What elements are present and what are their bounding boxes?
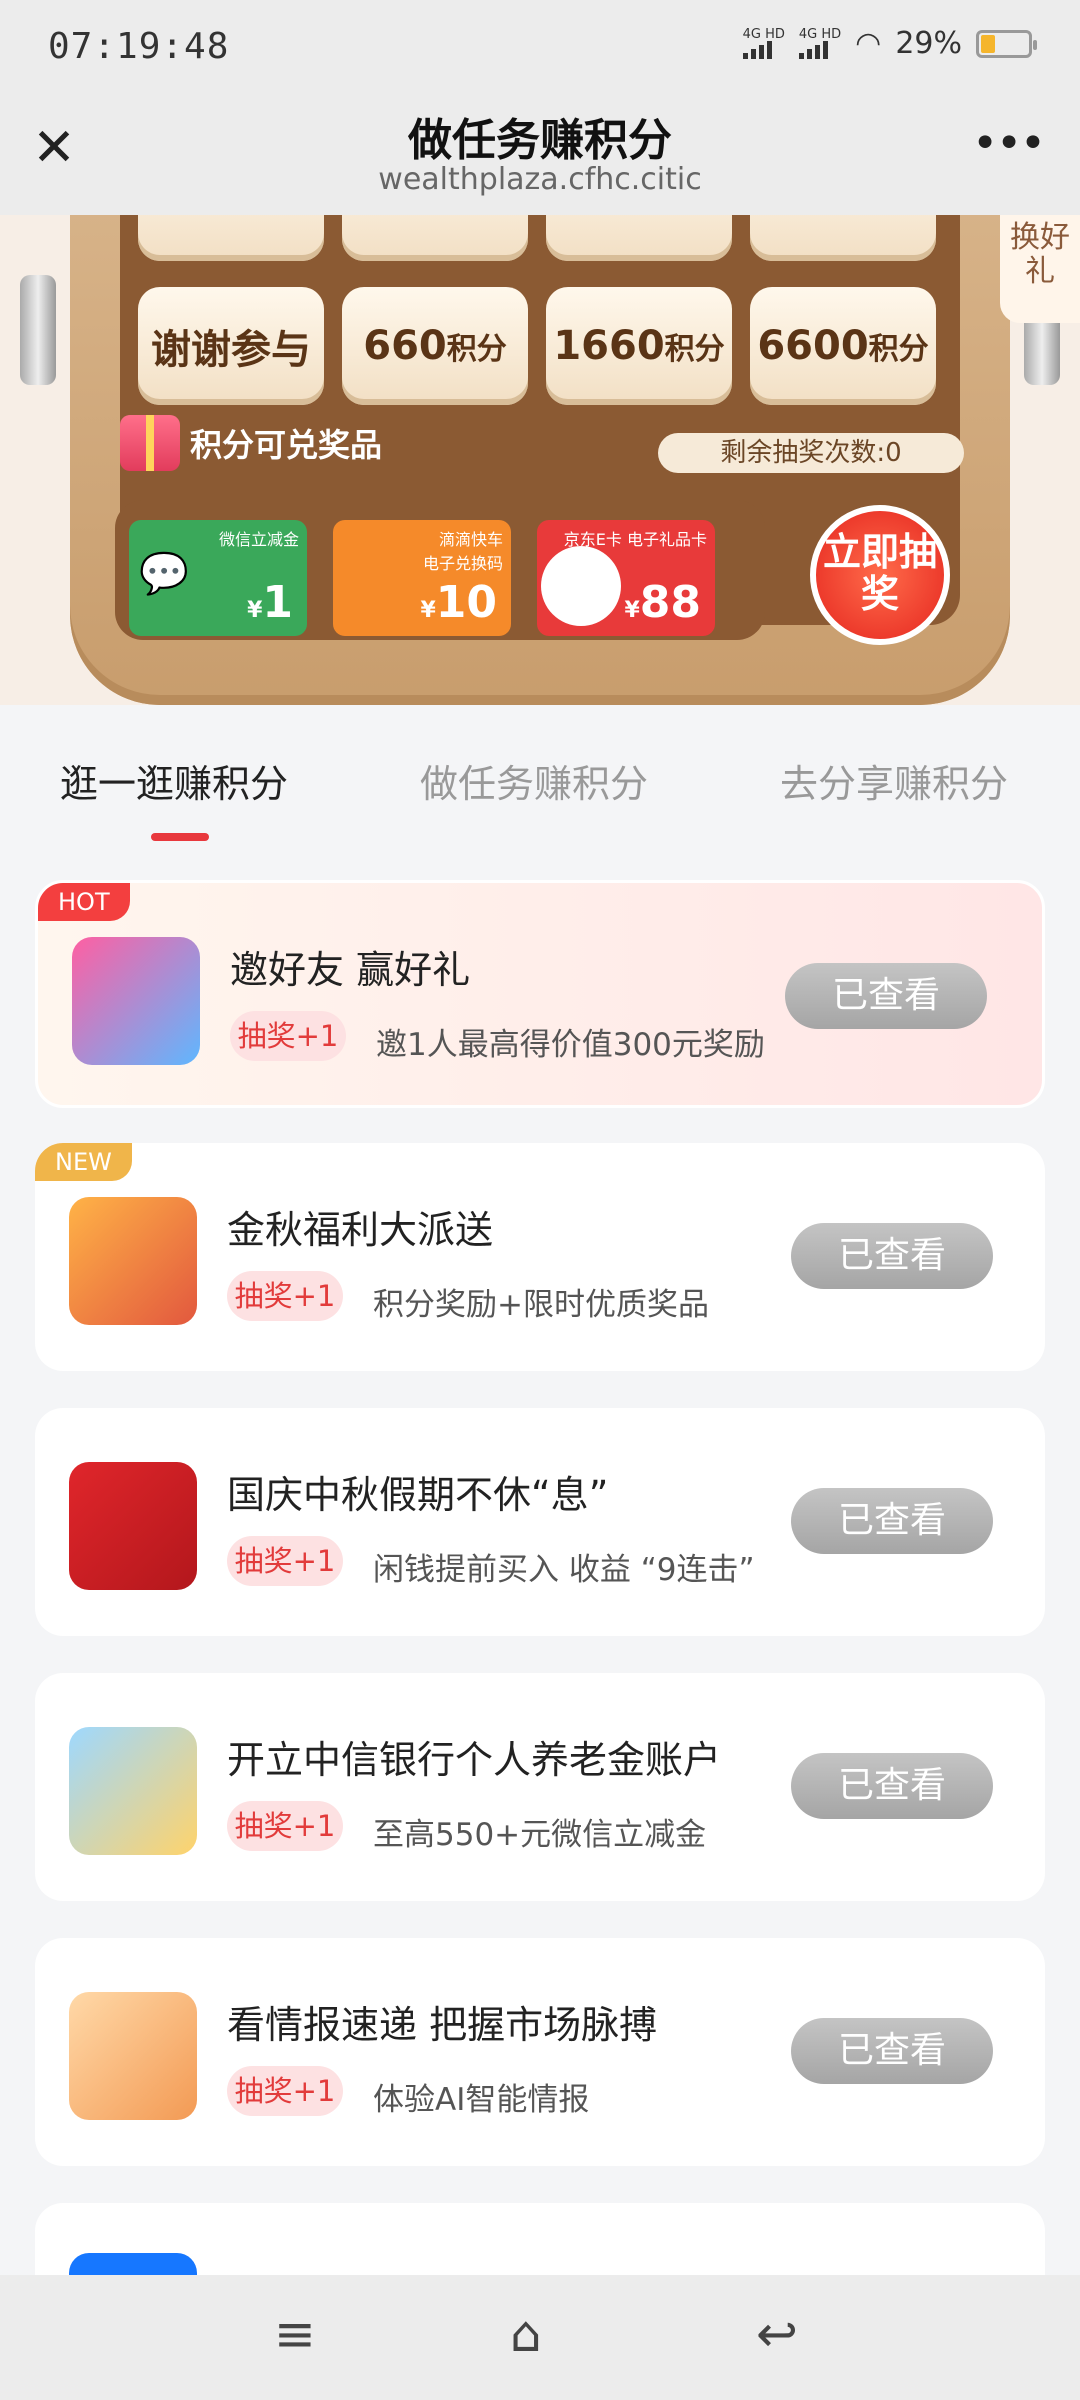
- task-title: 开立中信银行个人养老金账户: [227, 1738, 722, 1782]
- prize-cell-label: 6600: [757, 323, 869, 369]
- back-icon[interactable]: ↩: [756, 2305, 798, 2363]
- task-card: 国庆中秋假期不休“息” 抽奖+1 闲钱提前买入 收益 “9连击” 已查看: [35, 1408, 1045, 1636]
- status-icons: 4G HD 4G HD ◠ 29%: [742, 26, 1037, 61]
- hot-badge: HOT: [38, 883, 130, 921]
- network-label-1: 4G HD: [742, 27, 785, 42]
- task-tag: 抽奖+1: [227, 1271, 343, 1321]
- task-title: 邀好友 赢好礼: [230, 948, 471, 992]
- prize-cell-label: 1660: [553, 323, 665, 369]
- money-bag-icon: [69, 1727, 197, 1855]
- lottery-machine: 谢谢参与 660 积分 1660 积分 6600 积分 换好礼 积分可兑奖品 剩余抽奖…: [0, 215, 1080, 705]
- prize-cell-unit: 积分: [446, 332, 507, 367]
- didi-prize-card: 滴滴快车 电子兑换码 ¥10: [333, 520, 511, 636]
- task-card: 开立中信银行个人养老金账户 抽奖+1 至高550+元微信立减金 已查看: [35, 1673, 1045, 1901]
- jd-prize-card: 京东E卡 电子礼品卡 ¥88: [537, 520, 715, 636]
- page-title: 做任务赚积分: [408, 115, 672, 166]
- task-card: NEW 金秋福利大派送 抽奖+1 积分奖励+限时优质奖品 已查看: [35, 1143, 1045, 1371]
- viewed-button[interactable]: 已查看: [791, 1753, 993, 1819]
- more-icon[interactable]: •••: [972, 118, 1046, 169]
- tab-tasks[interactable]: 做任务赚积分: [420, 753, 648, 808]
- status-bar: 07:19:48 4G HD 4G HD ◠ 29%: [0, 0, 1080, 100]
- prize-cell-top: [342, 215, 528, 261]
- remaining-draws: 剩余抽奖次数:0: [658, 433, 964, 473]
- system-nav-bar: ≡ ⌂ ↩: [0, 2275, 1080, 2400]
- task-title: 国庆中秋假期不休“息”: [227, 1473, 609, 1517]
- task-tag: 抽奖+1: [227, 1801, 343, 1851]
- weekly-lottery-icon: [72, 937, 200, 1065]
- prize-value: 1: [262, 577, 293, 628]
- prize-title: 滴滴快车 电子兑换码: [423, 530, 504, 573]
- prize-cell-unit: 积分: [868, 332, 929, 367]
- home-icon[interactable]: ⌂: [510, 2305, 542, 2363]
- task-card: 看情报速递 把握市场脉搏 抽奖+1 体验AI智能情报 已查看: [35, 1938, 1045, 2166]
- task-desc: 至高550+元微信立减金: [373, 1817, 707, 1853]
- prize-cell: 660 积分: [342, 287, 528, 405]
- task-desc: 邀1人最高得价值300元奖励: [376, 1027, 765, 1063]
- draw-now-button[interactable]: 立即抽奖: [810, 505, 950, 645]
- prize-value: 10: [435, 577, 497, 628]
- task-tag: 抽奖+1: [227, 1536, 343, 1586]
- prize-value: 88: [639, 577, 701, 628]
- prize-title: 微信立减金: [218, 530, 299, 549]
- huaxia-fund-icon: [69, 1462, 197, 1590]
- gift-box-icon: [120, 415, 180, 471]
- exchange-gift-tab[interactable]: 换好礼: [1000, 215, 1080, 323]
- prize-strip: 微信立减金 💬 ¥1 滴滴快车 电子兑换码 ¥10 京东E卡 电子礼品卡 ¥88: [115, 500, 765, 640]
- prize-cell: 1660 积分: [546, 287, 732, 405]
- prize-cell-top: [546, 215, 732, 261]
- task-card: HOT 邀好友 赢好礼 抽奖+1 邀1人最高得价值300元奖励 已查看: [35, 880, 1045, 1108]
- task-tag: 抽奖+1: [230, 1011, 346, 1061]
- viewed-button[interactable]: 已查看: [791, 1223, 993, 1289]
- title-bar: ✕ 做任务赚积分 wealthplaza.cfhc.citic •••: [0, 100, 1080, 215]
- prize-section-label: 积分可兑奖品: [120, 415, 382, 471]
- active-tab-indicator: [151, 833, 209, 841]
- new-badge: NEW: [35, 1143, 132, 1181]
- prize-cell: 6600 积分: [750, 287, 936, 405]
- wechat-icon: 💬: [139, 551, 189, 597]
- prize-cell-top: [138, 215, 324, 261]
- task-title: 金秋福利大派送: [227, 1208, 494, 1252]
- task-title: 看情报速递 把握市场脉搏: [227, 2003, 658, 2047]
- task-desc: 积分奖励+限时优质奖品: [373, 1287, 709, 1323]
- viewed-button[interactable]: 已查看: [785, 963, 987, 1029]
- task-desc: 闲钱提前买入 收益 “9连击”: [373, 1552, 755, 1588]
- task-tag: 抽奖+1: [227, 2066, 343, 2116]
- prize-cell-label: 660: [363, 323, 447, 369]
- signal-icon-2: 4G HD: [798, 27, 842, 59]
- tab-share[interactable]: 去分享赚积分: [780, 753, 1008, 808]
- jd-mascot-icon: [541, 546, 621, 626]
- viewed-button[interactable]: 已查看: [791, 1488, 993, 1554]
- intelligence-news-icon: [69, 1992, 197, 2120]
- prize-cell: 谢谢参与: [138, 287, 324, 405]
- viewed-button[interactable]: 已查看: [791, 2018, 993, 2084]
- left-knob: [20, 275, 56, 385]
- battery-percent: 29%: [895, 26, 962, 61]
- prize-label-text: 积分可兑奖品: [190, 426, 383, 464]
- prize-cell-label: 谢谢参与: [151, 327, 311, 373]
- signal-icon: 4G HD: [742, 27, 785, 59]
- gift-bag-icon: [69, 1197, 197, 1325]
- battery-icon: [976, 29, 1037, 58]
- tab-browse[interactable]: 逛一逛赚积分: [60, 753, 288, 808]
- prize-cell-top: [750, 215, 936, 261]
- status-time: 07:19:48: [48, 26, 230, 67]
- network-label-2: 4G HD: [798, 27, 842, 42]
- prize-cell-unit: 积分: [664, 332, 725, 367]
- page-url: wealthplaza.cfhc.citic: [378, 162, 702, 197]
- task-desc: 体验AI智能情报: [373, 2082, 590, 2118]
- task-tabs: 逛一逛赚积分 做任务赚积分 去分享赚积分: [0, 705, 1080, 845]
- wifi-icon: ◠: [855, 26, 882, 61]
- wechat-prize-card: 微信立减金 💬 ¥1: [129, 520, 307, 636]
- menu-icon[interactable]: ≡: [274, 2305, 316, 2363]
